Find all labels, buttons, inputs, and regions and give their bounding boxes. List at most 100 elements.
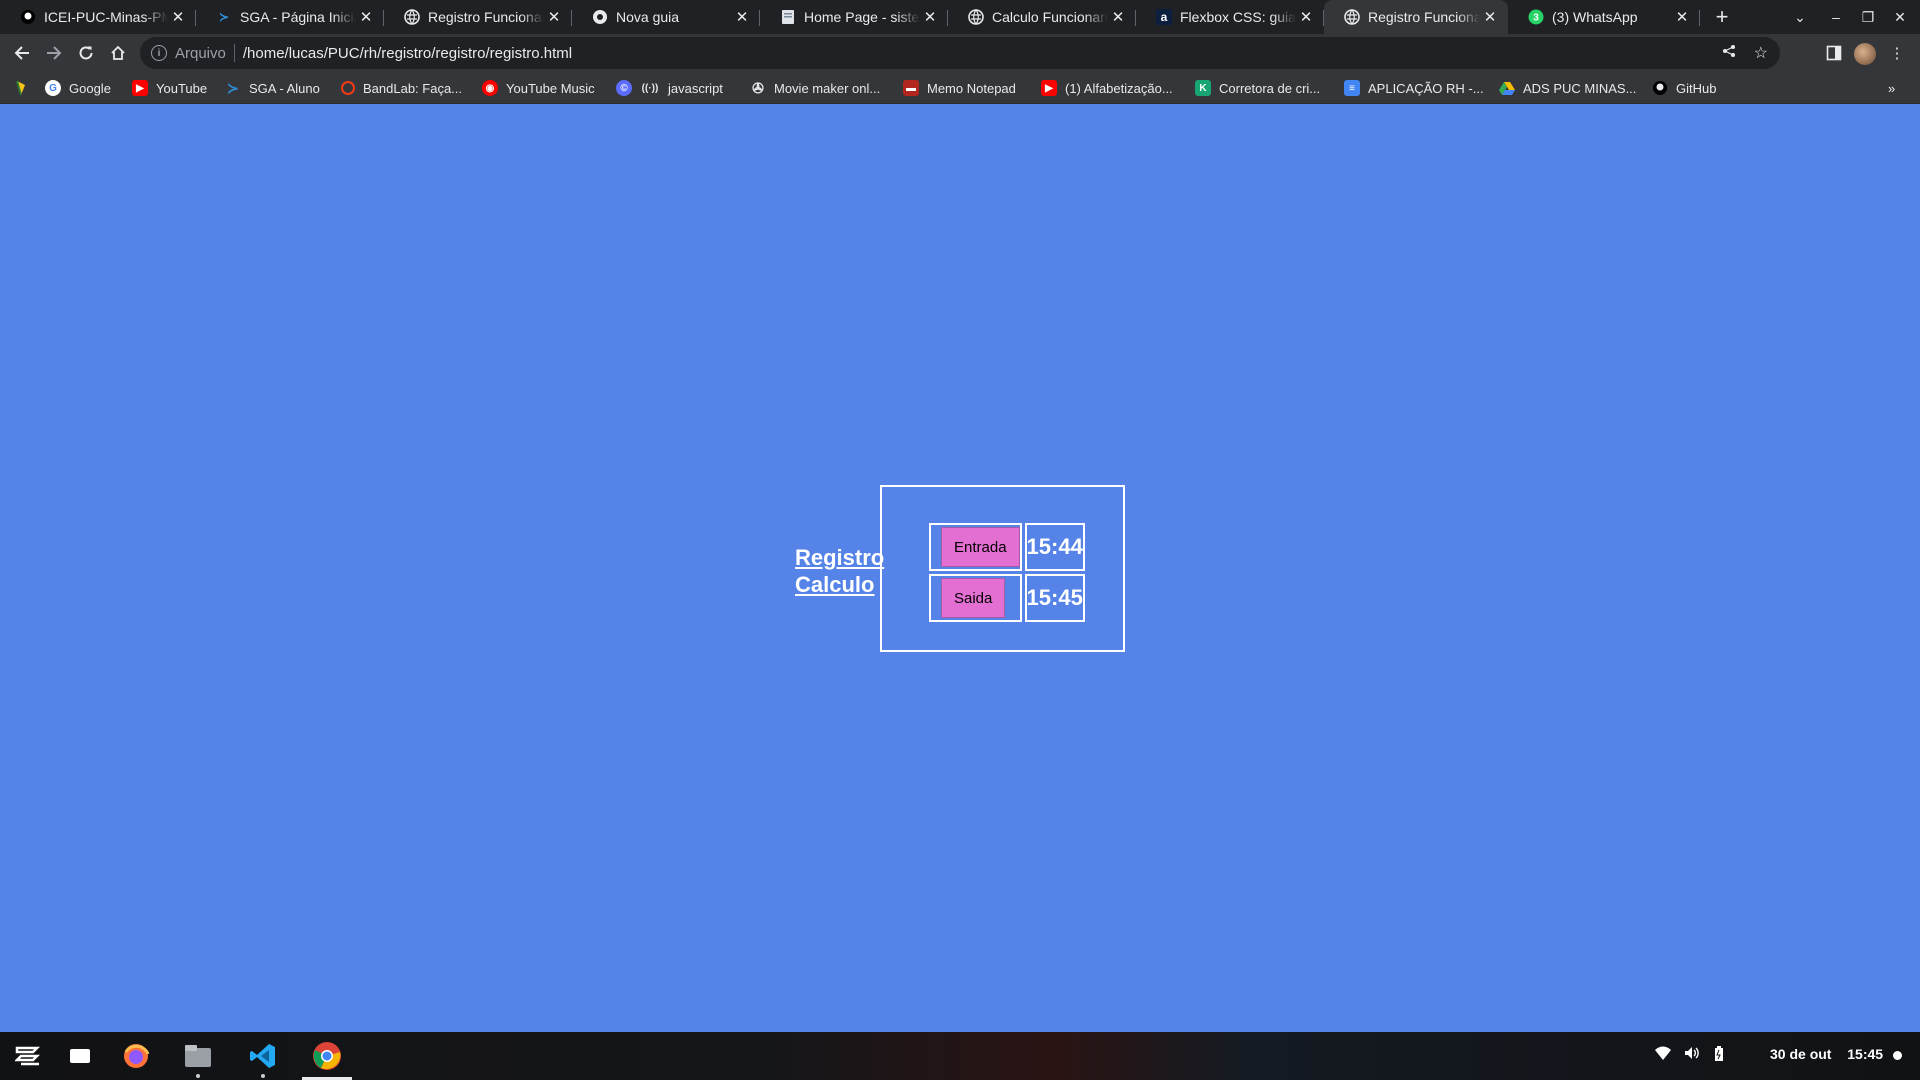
file-manager-icon[interactable] <box>182 1040 214 1078</box>
tab-title: Registro Funcionario <box>1368 9 1480 25</box>
bookmark-youtube[interactable]: ▶ YouTube <box>132 79 207 97</box>
close-icon[interactable]: ✕ <box>1672 7 1692 27</box>
bookmark-github[interactable]: GitHub <box>1652 79 1716 97</box>
bookmark-memo-notepad[interactable]: ▬ Memo Notepad <box>903 79 1016 97</box>
registro-panel: Entrada 15:44 Saida 15:45 <box>880 485 1125 652</box>
battery-icon[interactable] <box>1714 1046 1724 1062</box>
tab-home-page[interactable]: Home Page - sistema ✕ <box>760 0 948 34</box>
notification-dot-icon[interactable] <box>1893 1051 1902 1060</box>
bookmark-corretora[interactable]: K Corretora de cri... <box>1195 79 1320 97</box>
bookmark-alfabetizacao[interactable]: ▶ (1) Alfabetização... <box>1041 79 1173 97</box>
profile-avatar[interactable] <box>1854 43 1876 65</box>
launcher-icon[interactable] <box>12 1040 44 1072</box>
forward-icon[interactable] <box>40 39 68 67</box>
browser-toolbar: i Arquivo /home/lucas/PUC/rh/registro/re… <box>0 34 1920 72</box>
forms-icon: ≡ <box>1344 80 1360 96</box>
address-bar[interactable]: i Arquivo /home/lucas/PUC/rh/registro/re… <box>140 37 1780 69</box>
bookmark-bandlab[interactable]: BandLab: Faça... <box>341 79 462 97</box>
bookmark-label: YouTube Music <box>506 80 595 96</box>
close-icon[interactable]: ✕ <box>168 7 188 27</box>
bookmark-label: Corretora de cri... <box>1219 80 1321 96</box>
bookmark-label: BandLab: Faça... <box>363 80 463 96</box>
javascript-icon: ((·)) <box>641 82 659 94</box>
youtube-icon: ▶ <box>132 80 148 96</box>
taskbar: 30 de out 15:45 <box>0 1032 1920 1080</box>
tab-title: SGA - Página Inicial <box>240 9 356 25</box>
bookmark-javascript[interactable]: © ((·)) javascript <box>616 79 723 97</box>
entrada-button[interactable]: Entrada <box>941 527 1020 567</box>
table-row: Saida 15:45 <box>929 574 1085 622</box>
tab-title: Calculo Funcionario <box>992 9 1108 25</box>
close-icon[interactable]: ✕ <box>544 7 564 27</box>
page-viewport: Registro Calculo Entrada 15:44 Saida 15:… <box>0 104 1920 1032</box>
tab-whatsapp[interactable]: 3 (3) WhatsApp ✕ <box>1508 0 1700 34</box>
restore-icon[interactable]: ❐ <box>1852 0 1884 34</box>
saida-time: 15:45 <box>1024 574 1085 622</box>
bookmark-label: ADS PUC MINAS... <box>1523 80 1637 96</box>
side-panel-icon[interactable] <box>1824 43 1844 63</box>
chrome-icon[interactable] <box>302 1040 352 1080</box>
bookmark-star-icon[interactable]: ☆ <box>1754 43 1768 63</box>
bookmark-sga-aluno[interactable]: ≻ SGA - Aluno <box>225 79 320 97</box>
close-icon[interactable]: ✕ <box>356 7 376 27</box>
corretora-icon: K <box>1195 80 1211 96</box>
sga-icon: ≻ <box>218 10 230 24</box>
close-icon[interactable]: ✕ <box>1108 7 1128 27</box>
bookmark-label: (1) Alfabetização... <box>1065 80 1173 96</box>
files-window-icon[interactable] <box>64 1040 96 1072</box>
date-text: 30 de out <box>1770 1046 1832 1062</box>
share-icon[interactable] <box>1722 44 1736 63</box>
url-text[interactable]: /home/lucas/PUC/rh/registro/registro/reg… <box>243 45 572 62</box>
movie-maker-icon: ✇ <box>752 79 764 96</box>
new-tab-button[interactable]: + <box>1710 4 1734 29</box>
reload-icon[interactable] <box>72 39 100 67</box>
close-icon[interactable]: ✕ <box>1296 7 1316 27</box>
bookmark-movie-maker[interactable]: ✇ Movie maker onl... <box>750 79 880 97</box>
alura-icon: a <box>1156 9 1172 25</box>
table-row: Entrada 15:44 <box>929 523 1085 571</box>
close-icon[interactable]: ✕ <box>920 7 940 27</box>
close-window-icon[interactable]: ✕ <box>1884 0 1916 34</box>
info-icon[interactable]: i <box>151 45 167 61</box>
home-icon[interactable] <box>104 39 132 67</box>
firefox-icon[interactable] <box>120 1040 152 1072</box>
whatsapp-icon: 3 <box>1528 9 1544 25</box>
volume-icon[interactable] <box>1684 1046 1700 1060</box>
menu-icon[interactable]: ⋮ <box>1887 43 1907 63</box>
tab-icei[interactable]: ICEI-PUC-Minas-PM ✕ <box>0 0 196 34</box>
apps-icon[interactable] <box>14 79 28 97</box>
taskbar-clock[interactable]: 30 de out 15:45 <box>1770 1046 1883 1062</box>
bookmark-youtube-music[interactable]: ◉ YouTube Music <box>482 79 595 97</box>
wifi-icon[interactable] <box>1655 1046 1671 1060</box>
close-icon[interactable]: ✕ <box>1480 7 1500 27</box>
bookmark-label: Google <box>69 80 111 96</box>
link-registro[interactable]: Registro <box>795 544 884 571</box>
minimize-icon[interactable]: – <box>1820 0 1852 34</box>
sga-icon: ≻ <box>227 79 239 96</box>
github-icon <box>1652 80 1668 96</box>
more-bookmarks-icon[interactable]: » <box>1888 79 1895 97</box>
bookmark-aplicacao-rh[interactable]: ≡ APLICAÇÃO RH -... <box>1344 79 1484 97</box>
tab-registro-active[interactable]: Registro Funcionario ✕ <box>1324 0 1508 34</box>
saida-button[interactable]: Saida <box>941 578 1006 618</box>
vscode-icon[interactable] <box>247 1040 279 1078</box>
tab-title: Nova guia <box>616 9 680 25</box>
tab-registro-1[interactable]: Registro Funcionario ✕ <box>384 0 572 34</box>
tab-title: Home Page - sistema <box>804 9 920 25</box>
tab-search-icon[interactable]: ⌄ <box>1784 0 1816 34</box>
tab-sga[interactable]: ≻ SGA - Página Inicial ✕ <box>196 0 384 34</box>
tab-title: Flexbox CSS: guia c <box>1180 9 1296 25</box>
bookmark-label: GitHub <box>1676 80 1717 96</box>
tab-flexbox[interactable]: a Flexbox CSS: guia c ✕ <box>1136 0 1324 34</box>
globe-icon <box>404 9 420 25</box>
link-calculo[interactable]: Calculo <box>795 571 884 598</box>
globe-icon <box>968 9 984 25</box>
youtube-music-icon: ◉ <box>482 80 498 96</box>
tab-nova-guia[interactable]: Nova guia ✕ <box>572 0 760 34</box>
tab-calculo[interactable]: Calculo Funcionario ✕ <box>948 0 1136 34</box>
bookmark-google[interactable]: G Google <box>45 79 111 97</box>
back-icon[interactable] <box>8 39 36 67</box>
close-icon[interactable]: ✕ <box>732 7 752 27</box>
bookmark-ads-puc[interactable]: ADS PUC MINAS... <box>1499 79 1636 97</box>
document-icon <box>780 9 796 25</box>
